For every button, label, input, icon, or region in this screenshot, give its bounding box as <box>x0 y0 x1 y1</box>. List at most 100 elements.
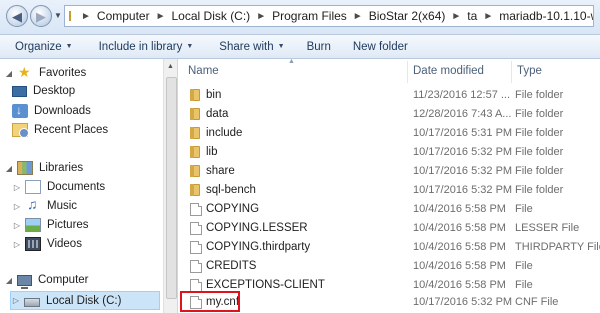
back-button[interactable]: ◀ <box>6 5 28 27</box>
file-type: CNF File <box>515 296 559 308</box>
column-divider[interactable] <box>407 61 408 83</box>
nav-favorites[interactable]: ◢ Favorites <box>4 64 87 81</box>
breadcrumb-computer[interactable]: Computer <box>97 9 150 23</box>
burn-label: Burn <box>306 40 331 53</box>
file-row[interactable]: include 10/17/2016 5:31 PM File folder <box>178 124 600 143</box>
arrow-right-icon: ▶ <box>36 8 46 24</box>
file-type: File folder <box>515 165 564 177</box>
file-type: File <box>515 260 533 272</box>
file-date: 11/23/2016 12:57 ... <box>413 89 511 101</box>
chevron-right-icon[interactable]: ► <box>256 11 266 22</box>
file-row[interactable]: COPYING 10/4/2016 5:58 PM File <box>178 200 600 219</box>
nav-downloads-label: Downloads <box>34 105 91 117</box>
folder-icon <box>190 108 200 120</box>
collapse-arrow-icon[interactable]: ▷ <box>12 221 22 230</box>
column-header-name[interactable]: ▲ Name <box>188 59 295 83</box>
file-date: 10/4/2016 5:58 PM <box>413 203 506 215</box>
nav-desktop-label: Desktop <box>33 85 76 97</box>
nav-local-disk[interactable]: ▷ Local Disk (C:) <box>10 291 160 310</box>
collapse-arrow-icon[interactable]: ▷ <box>12 202 22 211</box>
file-date: 10/4/2016 5:58 PM <box>413 260 506 272</box>
file-name: bin <box>206 89 222 101</box>
chevron-right-icon[interactable]: ► <box>81 11 91 22</box>
file-date: 10/4/2016 5:58 PM <box>413 222 506 234</box>
file-date: 10/17/2016 5:31 PM <box>413 127 513 139</box>
file-row[interactable]: my.cnf 10/17/2016 5:32 PM CNF File <box>178 293 600 312</box>
nav-computer[interactable]: ◢ Computer <box>4 274 89 289</box>
new-folder-button[interactable]: New folder <box>345 35 416 58</box>
organize-button[interactable]: Organize ▼ <box>0 35 81 58</box>
chevron-down-icon: ▼ <box>65 43 73 50</box>
expand-arrow-icon[interactable]: ◢ <box>4 276 14 285</box>
recent-locations-dropdown-icon[interactable]: ▼ <box>54 11 62 20</box>
file-row[interactable]: share 10/17/2016 5:32 PM File folder <box>178 162 600 181</box>
folder-icon <box>190 184 200 196</box>
drive-icon <box>24 297 40 307</box>
file-row[interactable]: COPYING.thirdparty 10/4/2016 5:58 PM THI… <box>178 238 600 257</box>
burn-button[interactable]: Burn <box>299 35 339 58</box>
breadcrumb-mariadb[interactable]: mariadb-10.1.10-winx64 <box>499 9 593 23</box>
nav-libraries[interactable]: ◢ Libraries <box>4 161 83 175</box>
column-divider[interactable] <box>511 61 512 83</box>
forward-button[interactable]: ▶ <box>30 5 52 27</box>
chevron-right-icon[interactable]: ► <box>451 11 461 22</box>
file-row[interactable]: COPYING.LESSER 10/4/2016 5:58 PM LESSER … <box>178 219 600 238</box>
breadcrumb-program-files[interactable]: Program Files <box>272 9 347 23</box>
file-type: File folder <box>515 89 564 101</box>
expand-arrow-icon[interactable]: ◢ <box>4 69 14 78</box>
breadcrumb[interactable]: ► Computer ► Local Disk (C:) ► Program F… <box>64 5 594 27</box>
document-icon <box>190 203 202 216</box>
recent-places-icon <box>12 123 29 138</box>
column-header-type[interactable]: Type <box>517 59 542 83</box>
file-name: data <box>206 108 229 120</box>
file-row[interactable]: CREDITS 10/4/2016 5:58 PM File <box>178 257 600 276</box>
file-list: ▲ Name Date modified Type bin 11/23/2016… <box>178 59 600 313</box>
nav-pictures[interactable]: ▷ Pictures <box>12 218 89 232</box>
collapse-arrow-icon[interactable]: ▷ <box>12 183 22 192</box>
file-row[interactable]: sql-bench 10/17/2016 5:32 PM File folder <box>178 181 600 200</box>
folder-icon <box>190 89 200 101</box>
file-row[interactable]: data 12/28/2016 7:43 A... File folder <box>178 105 600 124</box>
file-type: File folder <box>515 184 564 196</box>
chevron-right-icon[interactable]: ► <box>353 11 363 22</box>
column-header-date-modified[interactable]: Date modified <box>413 59 484 83</box>
nav-desktop[interactable]: Desktop <box>12 85 75 97</box>
include-in-library-button[interactable]: Include in library ▼ <box>91 35 202 58</box>
file-name: include <box>206 127 243 139</box>
navigation-scrollbar[interactable]: ▲ <box>163 59 178 313</box>
nav-downloads[interactable]: Downloads <box>12 103 91 118</box>
share-with-label: Share with <box>219 40 274 53</box>
file-date: 10/17/2016 5:32 PM <box>413 146 513 158</box>
desktop-icon <box>12 85 27 97</box>
scroll-up-icon[interactable]: ▲ <box>167 63 174 70</box>
file-name: COPYING.thirdparty <box>206 241 311 253</box>
nav-music[interactable]: ▷ Music <box>12 196 77 213</box>
downloads-icon <box>12 103 28 118</box>
column-header-name-label: Name <box>188 65 219 77</box>
share-with-button[interactable]: Share with ▼ <box>211 35 292 58</box>
file-name: sql-bench <box>206 184 256 196</box>
breadcrumb-ta[interactable]: ta <box>467 9 477 23</box>
videos-icon <box>25 237 41 251</box>
nav-favorites-label: Favorites <box>39 67 87 79</box>
nav-documents-label: Documents <box>47 181 106 193</box>
file-row[interactable]: bin 11/23/2016 12:57 ... File folder <box>178 86 600 105</box>
file-date: 10/17/2016 5:32 PM <box>413 165 513 177</box>
command-bar: Organize ▼ Include in library ▼ Share with… <box>0 35 600 59</box>
collapse-arrow-icon[interactable]: ▷ <box>11 296 21 305</box>
column-header-date-label: Date modified <box>413 65 484 77</box>
chevron-down-icon: ▼ <box>186 43 194 50</box>
scrollbar-thumb[interactable] <box>166 77 177 299</box>
file-row[interactable]: lib 10/17/2016 5:32 PM File folder <box>178 143 600 162</box>
nav-documents[interactable]: ▷ Documents <box>12 180 105 194</box>
breadcrumb-biostar[interactable]: BioStar 2(x64) <box>369 9 446 23</box>
nav-recent-places[interactable]: Recent Places <box>12 123 108 138</box>
nav-videos[interactable]: ▷ Videos <box>12 237 82 251</box>
collapse-arrow-icon[interactable]: ▷ <box>12 240 22 249</box>
expand-arrow-icon[interactable]: ◢ <box>4 164 14 173</box>
folder-icon <box>190 146 200 158</box>
chevron-right-icon[interactable]: ► <box>483 11 493 22</box>
file-type: File <box>515 279 533 291</box>
breadcrumb-local-disk[interactable]: Local Disk (C:) <box>172 9 251 23</box>
chevron-right-icon[interactable]: ► <box>156 11 166 22</box>
